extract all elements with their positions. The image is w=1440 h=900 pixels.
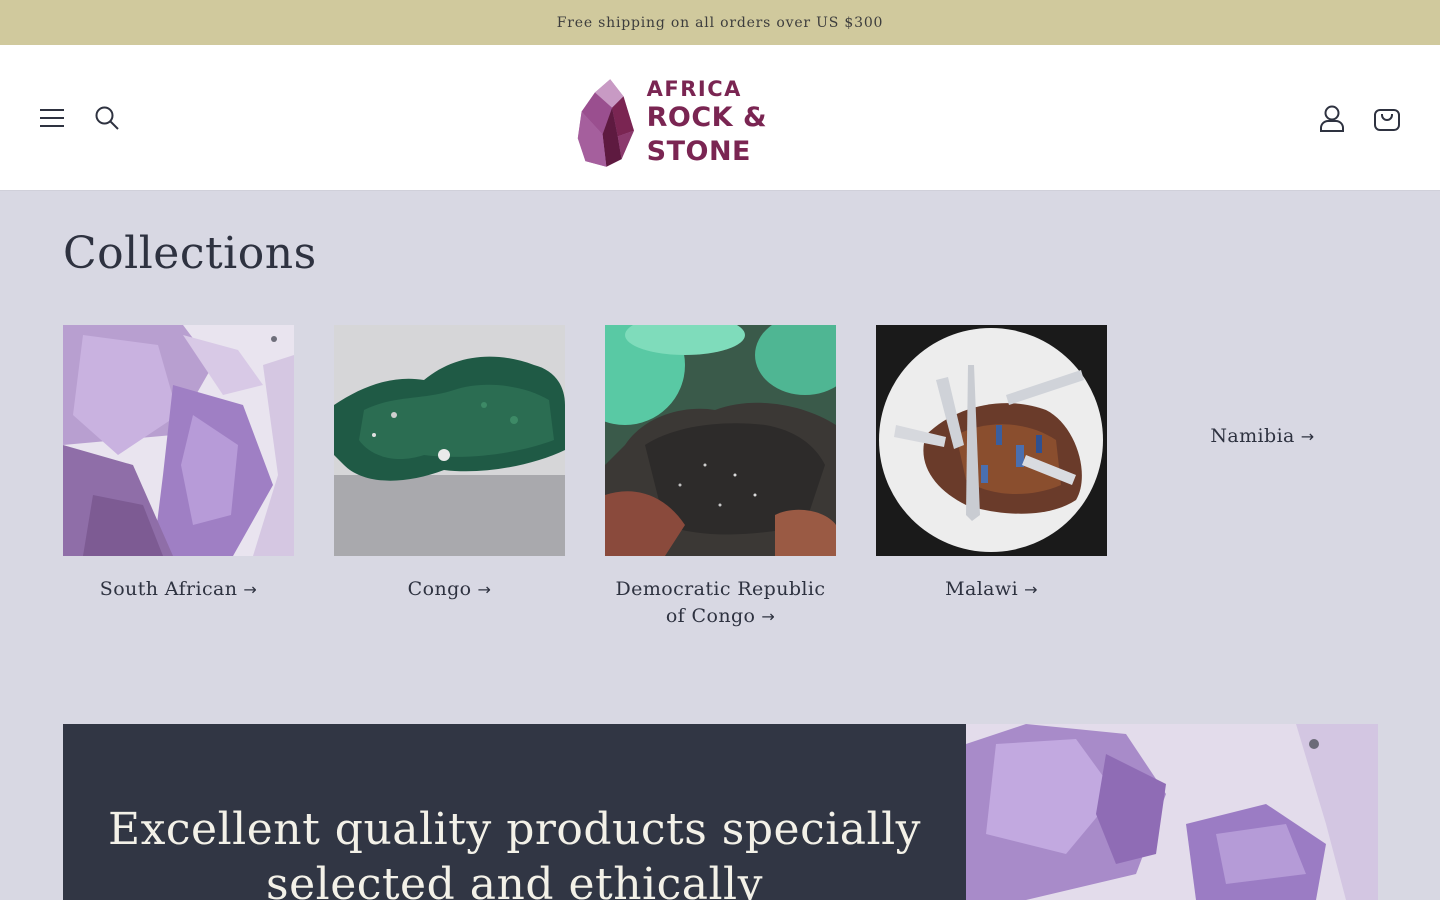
crystal-logo-icon [577, 79, 634, 167]
announcement-text: Free shipping on all orders over US $300 [556, 14, 884, 31]
collection-label: Namibia [1210, 425, 1295, 447]
collection-image-malachite [334, 325, 565, 556]
collection-label: South African [99, 578, 238, 600]
collection-card-congo[interactable]: Congo → [334, 325, 565, 603]
banner-image [966, 724, 1378, 900]
collection-card-malawi[interactable]: Malawi → [876, 325, 1107, 603]
collection-card-south-african[interactable]: South African → [63, 325, 294, 603]
announcement-bar: Free shipping on all orders over US $300 [0, 0, 1440, 45]
arrow-right-icon: → [761, 607, 776, 626]
arrow-right-icon: → [1024, 580, 1038, 599]
account-button[interactable] [1310, 96, 1354, 140]
collection-label: Malawi [945, 578, 1019, 600]
cart-button[interactable] [1365, 96, 1409, 140]
site-header: AFRICA ROCK & STONE [0, 45, 1440, 191]
arrow-right-icon: → [243, 580, 258, 599]
bag-icon [1374, 109, 1400, 131]
banner-amethyst-image [966, 724, 1378, 900]
arrow-right-icon: → [1300, 427, 1315, 446]
banner-heading: Excellent quality products specially sel… [107, 804, 922, 900]
feature-banner: Excellent quality products specially sel… [63, 724, 966, 900]
collection-image-druzy [605, 325, 836, 556]
hamburger-icon [40, 109, 64, 127]
search-icon [95, 106, 119, 130]
menu-button[interactable] [30, 96, 74, 140]
search-button[interactable] [85, 96, 129, 140]
user-icon [1320, 105, 1344, 132]
collections-heading: Collections [63, 228, 317, 279]
collection-image-quartz [876, 325, 1107, 556]
logo-wordmark: AFRICA ROCK & STONE [647, 77, 870, 169]
site-logo[interactable]: AFRICA ROCK & STONE [574, 73, 870, 173]
arrow-right-icon: → [477, 580, 492, 599]
collection-label: Democratic Republic of Congo [615, 578, 826, 627]
collection-card-namibia[interactable]: Namibia → [1147, 425, 1378, 447]
logo-line-2: ROCK & STONE [646, 102, 768, 167]
collection-image-amethyst [63, 325, 294, 556]
collection-card-drc[interactable]: Democratic Republic of Congo → [605, 325, 836, 630]
collection-label: Congo [407, 578, 472, 600]
logo-line-1: AFRICA [646, 77, 742, 101]
